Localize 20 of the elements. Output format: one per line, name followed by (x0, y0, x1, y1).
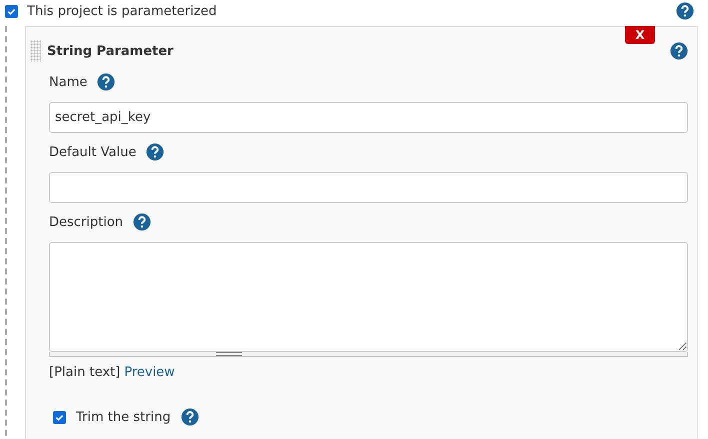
drag-handle-icon[interactable] (30, 40, 41, 62)
field-label: Description (49, 214, 124, 230)
preview-link[interactable]: Preview (124, 365, 175, 380)
checkbox-label: Trim the string (76, 410, 171, 424)
section-title: String Parameter (47, 44, 174, 58)
help-icon[interactable] (146, 143, 164, 161)
format-note: [Plain text] (49, 365, 120, 380)
checkbox[interactable] (53, 410, 66, 424)
help-icon[interactable] (676, 2, 694, 20)
text-field[interactable] (49, 172, 688, 203)
checkbox-label: This project is parameterized (27, 4, 218, 18)
help-icon[interactable] (97, 73, 116, 91)
help-icon[interactable] (133, 213, 152, 231)
checkbox[interactable] (5, 4, 18, 18)
help-icon[interactable] (670, 42, 688, 60)
field-label: Name (49, 74, 88, 90)
help-icon[interactable] (180, 408, 199, 426)
text-field[interactable]: secret_api_key (49, 102, 688, 133)
field-label: Default Value (49, 144, 136, 160)
delete-button[interactable]: X (625, 26, 655, 44)
